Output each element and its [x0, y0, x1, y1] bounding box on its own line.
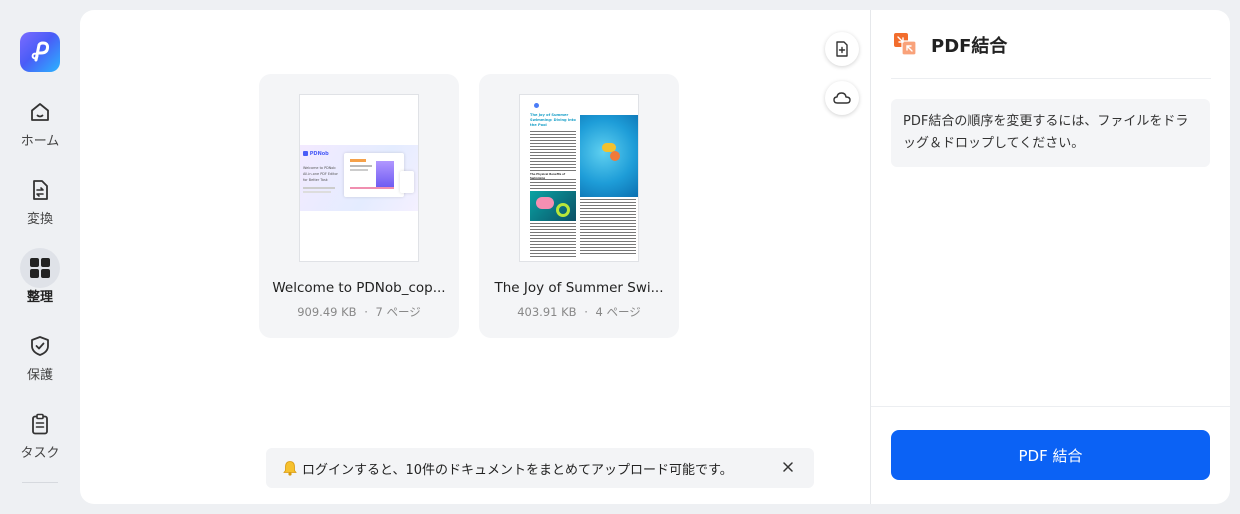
bell-icon [282, 460, 298, 476]
file-pages: 7 ページ [375, 305, 421, 319]
file-card[interactable]: PDNob Welcome to PDNob All-in-one PDF Ed… [259, 74, 459, 338]
meta-separator: · [364, 305, 368, 319]
file-size: 403.91 KB [517, 305, 577, 319]
file-pages: 4 ページ [595, 305, 641, 319]
sidebar: ホーム 変換 整理 保護 タスク [0, 0, 80, 514]
organize-icon [20, 248, 60, 288]
file-meta: 909.49 KB · 7 ページ [259, 304, 459, 320]
merge-panel: PDF結合 PDF結合の順序を変更するには、ファイルをドラッグ＆ドロップしてくだ… [871, 10, 1230, 504]
sidebar-item-convert[interactable]: 変換 [0, 170, 80, 232]
file-meta: 403.91 KB · 4 ページ [479, 304, 679, 320]
meta-separator: · [584, 305, 588, 319]
thumb-heading: the Pool [530, 123, 547, 127]
pdnob-logo-icon [31, 41, 50, 62]
sidebar-item-home[interactable]: ホーム [0, 92, 80, 154]
sidebar-item-protect[interactable]: 保護 [0, 326, 80, 388]
notice-text: ログインすると、10件のドキュメントをまとめてアップロード可能です。 [302, 462, 733, 478]
add-file-button[interactable] [825, 32, 859, 66]
cloud-icon [833, 92, 851, 104]
app-logo[interactable] [20, 32, 60, 72]
sidebar-item-label: タスク [20, 446, 60, 461]
close-icon [783, 462, 793, 472]
sidebar-divider [22, 482, 58, 483]
convert-icon [20, 170, 60, 210]
thumb-brand: PDNob [309, 151, 329, 157]
panel-divider-top [891, 78, 1211, 79]
file-name: The Joy of Summer Swi... [494, 280, 664, 296]
file-thumbnail: PDNob Welcome to PDNob All-in-one PDF Ed… [299, 94, 419, 262]
close-notice-button[interactable] [780, 459, 796, 475]
sidebar-item-label: 整理 [26, 290, 53, 305]
home-icon [20, 92, 60, 132]
panel-divider-bottom [871, 406, 1230, 407]
file-size: 909.49 KB [297, 305, 357, 319]
add-file-icon [836, 41, 848, 57]
file-thumbnail: The Joy of Summer Swimming: Diving into … [519, 94, 639, 262]
cloud-upload-button[interactable] [825, 81, 859, 115]
sidebar-item-label: 変換 [26, 212, 53, 227]
sidebar-item-tasks[interactable]: タスク [0, 404, 80, 466]
panel-title: PDF結合 [931, 36, 1008, 57]
file-name: Welcome to PDNob_cop... [272, 280, 446, 296]
sidebar-item-label: 保護 [26, 368, 53, 383]
sidebar-item-organize[interactable]: 整理 [0, 248, 80, 310]
merge-pdf-icon [893, 32, 917, 56]
login-notice: ログインすると、10件のドキュメントをまとめてアップロード可能です。 [266, 448, 814, 488]
help-text: PDF結合の順序を変更するには、ファイルをドラッグ＆ドロップしてください。 [891, 99, 1210, 167]
file-card[interactable]: The Joy of Summer Swimming: Diving into … [479, 74, 679, 338]
clipboard-icon [20, 404, 60, 444]
shield-icon [20, 326, 60, 366]
thumb-line: for Better Task [303, 178, 328, 182]
main-panel: PDNob Welcome to PDNob All-in-one PDF Ed… [80, 10, 870, 504]
sidebar-item-label: ホーム [20, 134, 60, 149]
merge-pdf-button[interactable]: PDF 結合 [891, 430, 1210, 480]
